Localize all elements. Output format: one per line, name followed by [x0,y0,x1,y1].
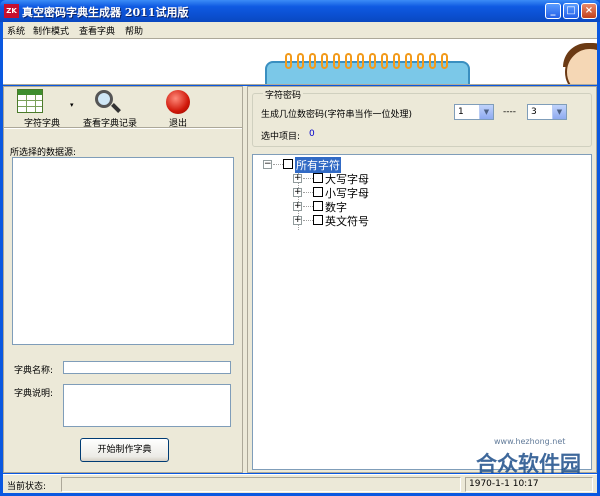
dict-tool-button[interactable]: ▾ 字符字典 [8,89,76,129]
menu-bar: 系统 制作模式 查看字典 帮助 [3,22,597,38]
dict-desc-textarea[interactable] [63,384,231,427]
status-label: 当前状态: [7,482,47,492]
right-panel: 字符密码 生成几位数密码(字符串当作一位处理) 1 ▼ ---- 3 ▼ 选中项… [247,86,597,473]
spiral-ring [381,53,388,69]
expand-icon[interactable]: + [293,202,302,211]
menu-help[interactable]: 帮助 [125,24,143,37]
root-checkbox[interactable] [283,159,293,169]
expand-icon[interactable]: + [293,174,302,183]
spiral-ring [321,53,328,69]
symbols-checkbox[interactable] [313,215,323,225]
tree-item-label[interactable]: 英文符号 [325,213,369,229]
char-tree[interactable]: − 所有字符 + 大写字母 + 小写字母 + 数字 + 英文符号 [252,154,592,470]
lowercase-checkbox[interactable] [313,187,323,197]
range-dash: ---- [503,107,516,117]
min-length-value: 1 [458,107,464,117]
close-button[interactable]: × [581,3,597,19]
spiral-ring [345,53,352,69]
spiral-ring [357,53,364,69]
min-length-select[interactable]: 1 ▼ [454,104,494,120]
app-icon: ZK [4,4,19,18]
expand-icon[interactable]: + [293,216,302,225]
group-title: 字符密码 [263,88,304,101]
watermark-logo: 合众软件园 [476,452,581,476]
dict-name-label: 字典名称: [14,366,54,376]
chevron-down-icon[interactable]: ▼ [552,105,566,119]
spiral-ring [393,53,400,69]
spiral-ring [285,53,292,69]
spiral-ring [429,53,436,69]
window-title: 真空密码字典生成器 2011试用版 [22,6,189,19]
watermark-url: www.hezhong.net [494,437,566,446]
table-icon [17,89,43,113]
tree-item-uppercase[interactable]: + 大写字母 [293,172,393,186]
tree-item-symbols[interactable]: + 英文符号 [293,213,393,229]
spiral-ring [405,53,412,69]
left-panel: ▾ 字符字典 查看字典记录 退出 所选择的数据源: 字典名称: 字典说明: 开始… [3,86,243,473]
minimize-button[interactable]: _ [545,3,561,19]
menu-make-mode[interactable]: 制作模式 [33,24,69,37]
title-bar[interactable]: ZK 真空密码字典生成器 2011试用版 _ □ × [0,0,600,22]
tree-item-lowercase[interactable]: + 小写字母 [293,186,393,200]
exit-icon [166,90,190,114]
expand-icon[interactable]: + [293,188,302,197]
dropdown-arrow-icon[interactable]: ▾ [70,101,74,109]
spiral-ring [441,53,448,69]
dict-name-input[interactable] [63,361,231,374]
uppercase-checkbox[interactable] [313,173,323,183]
collapse-icon[interactable]: − [263,160,272,169]
maximize-button[interactable]: □ [563,3,579,19]
start-make-dict-button[interactable]: 开始制作字典 [80,438,169,462]
banner-image [3,38,597,85]
char-password-group: 字符密码 生成几位数密码(字符串当作一位处理) 1 ▼ ---- 3 ▼ 选中项… [252,88,592,147]
max-length-value: 3 [531,107,537,117]
selected-items-label: 选中项目: [261,132,301,142]
menu-view-dict[interactable]: 查看字典 [79,24,115,37]
spiral-ring [417,53,424,69]
max-length-select[interactable]: 3 ▼ [527,104,567,120]
spiral-ring [309,53,316,69]
data-sources-list[interactable] [12,157,234,345]
view-records-button[interactable]: 查看字典记录 [80,89,140,129]
status-value [61,477,461,492]
toolbar-separator [4,127,242,129]
spiral-ring [297,53,304,69]
tree-item-digits[interactable]: + 数字 [293,200,393,214]
notebook-illustration [265,61,470,84]
main-area: ▾ 字符字典 查看字典记录 退出 所选择的数据源: 字典名称: 字典说明: 开始… [3,86,597,473]
tree-root[interactable]: − 所有字符 [263,157,373,173]
exit-button[interactable]: 退出 [160,89,196,129]
spiral-ring [333,53,340,69]
digits-checkbox[interactable] [313,201,323,211]
selected-items-count: 0 [309,129,315,139]
menu-system[interactable]: 系统 [7,24,25,37]
magnifier-handle-icon [111,103,121,113]
chevron-down-icon[interactable]: ▼ [479,105,493,119]
spiral-ring [369,53,376,69]
dict-desc-label: 字典说明: [14,389,54,399]
digits-label: 生成几位数密码(字符串当作一位处理) [261,110,413,120]
